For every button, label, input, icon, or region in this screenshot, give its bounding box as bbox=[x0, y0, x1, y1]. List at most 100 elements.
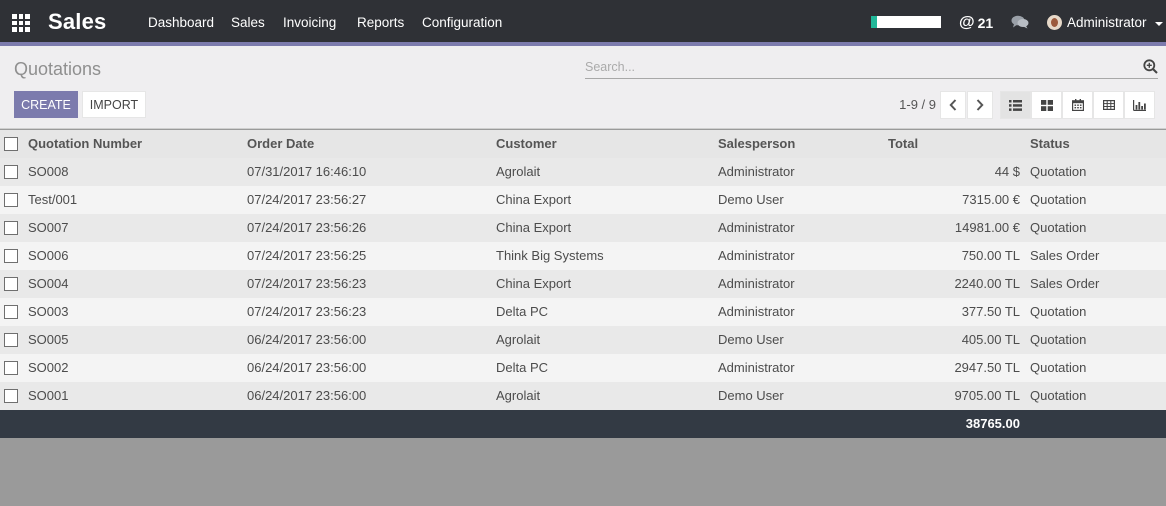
cell-order-date: 07/24/2017 23:56:27 bbox=[247, 192, 367, 207]
cell-order-date: 06/24/2017 23:56:00 bbox=[247, 360, 367, 375]
cell-total: 7315.00 € bbox=[962, 192, 1020, 207]
cell-total: 2947.50 TL bbox=[954, 360, 1020, 375]
table-row[interactable]: SO007 07/24/2017 23:56:26 China Export A… bbox=[0, 214, 1166, 242]
cell-salesperson: Administrator bbox=[718, 164, 795, 179]
row-checkbox[interactable] bbox=[4, 305, 18, 319]
planner-progress-bar[interactable] bbox=[871, 16, 941, 28]
footer-total: 38765.00 bbox=[965, 416, 1020, 431]
chevron-left-icon bbox=[949, 99, 957, 111]
cell-quotation-number: SO001 bbox=[28, 388, 69, 403]
cell-customer: China Export bbox=[496, 192, 572, 207]
row-checkbox[interactable] bbox=[4, 277, 18, 291]
list-view-button[interactable] bbox=[1000, 91, 1031, 119]
cell-total: 14981.00 € bbox=[954, 220, 1020, 235]
cell-quotation-number: SO007 bbox=[28, 220, 69, 235]
cell-salesperson: Demo User bbox=[718, 192, 784, 207]
search-bar bbox=[585, 57, 1158, 79]
calendar-view-icon bbox=[1071, 99, 1084, 111]
row-checkbox[interactable] bbox=[4, 389, 18, 403]
avatar bbox=[1047, 15, 1062, 30]
column-header-customer[interactable]: Customer bbox=[496, 130, 557, 158]
table-row[interactable]: SO001 06/24/2017 23:56:00 Agrolait Demo … bbox=[0, 382, 1166, 410]
select-all-checkbox[interactable] bbox=[4, 137, 18, 151]
cell-salesperson: Administrator bbox=[718, 360, 795, 375]
row-checkbox[interactable] bbox=[4, 165, 18, 179]
import-button[interactable]: IMPORT bbox=[82, 91, 146, 118]
column-header-salesperson[interactable]: Salesperson bbox=[718, 130, 795, 158]
cell-customer: Agrolait bbox=[496, 388, 541, 403]
user-menu[interactable]: Administrator bbox=[1047, 15, 1163, 30]
cell-salesperson: Demo User bbox=[718, 388, 784, 403]
cell-order-date: 06/24/2017 23:56:00 bbox=[247, 332, 367, 347]
cell-status: Sales Order bbox=[1030, 276, 1100, 291]
row-checkbox[interactable] bbox=[4, 361, 18, 375]
chat-bubbles-icon[interactable] bbox=[1011, 15, 1029, 32]
cell-status: Quotation bbox=[1030, 304, 1087, 319]
pager-next-button[interactable] bbox=[967, 91, 993, 119]
menu-sales[interactable]: Sales bbox=[231, 15, 265, 30]
cell-salesperson: Demo User bbox=[718, 332, 784, 347]
cell-total: 405.00 TL bbox=[961, 332, 1020, 347]
table-footer: 38765.00 bbox=[0, 410, 1166, 438]
progress-fill bbox=[871, 16, 877, 28]
cell-status: Quotation bbox=[1030, 164, 1087, 179]
menu-dashboard[interactable]: Dashboard bbox=[148, 15, 214, 30]
cell-total: 750.00 TL bbox=[961, 248, 1020, 263]
row-checkbox[interactable] bbox=[4, 249, 18, 263]
cell-customer: China Export bbox=[496, 276, 572, 291]
kanban-view-button[interactable] bbox=[1031, 91, 1062, 119]
cell-status: Quotation bbox=[1030, 192, 1087, 207]
cell-salesperson: Administrator bbox=[718, 304, 795, 319]
pager-previous-button[interactable] bbox=[940, 91, 966, 119]
row-checkbox[interactable] bbox=[4, 193, 18, 207]
top-navbar: Sales Dashboard Sales Invoicing Reports … bbox=[0, 0, 1166, 46]
cell-customer: Think Big Systems bbox=[496, 248, 604, 263]
cell-order-date: 07/24/2017 23:56:25 bbox=[247, 248, 367, 263]
column-header-total[interactable]: Total bbox=[888, 130, 918, 158]
cell-quotation-number: SO005 bbox=[28, 332, 69, 347]
pager-value[interactable]: 1-9 / 9 bbox=[880, 97, 936, 112]
cell-quotation-number: SO006 bbox=[28, 248, 69, 263]
table-row[interactable]: Test/001 07/24/2017 23:56:27 China Expor… bbox=[0, 186, 1166, 214]
pivot-view-button[interactable] bbox=[1093, 91, 1124, 119]
cell-salesperson: Administrator bbox=[718, 248, 795, 263]
control-panel: Quotations CREATE IMPORT 1-9 / 9 bbox=[0, 46, 1166, 129]
table-row[interactable]: SO008 07/31/2017 16:46:10 Agrolait Admin… bbox=[0, 158, 1166, 186]
cell-total: 9705.00 TL bbox=[954, 388, 1020, 403]
table-row[interactable]: SO002 06/24/2017 23:56:00 Delta PC Admin… bbox=[0, 354, 1166, 382]
chevron-down-icon bbox=[1154, 21, 1163, 26]
kanban-view-icon bbox=[1040, 99, 1053, 111]
row-checkbox[interactable] bbox=[4, 221, 18, 235]
row-checkbox[interactable] bbox=[4, 333, 18, 347]
table-row[interactable]: SO004 07/24/2017 23:56:23 China Export A… bbox=[0, 270, 1166, 298]
cell-status: Quotation bbox=[1030, 220, 1087, 235]
column-header-quotation-number[interactable]: Quotation Number bbox=[28, 130, 142, 158]
cell-status: Sales Order bbox=[1030, 248, 1100, 263]
apps-grid-icon[interactable] bbox=[12, 14, 30, 32]
search-plus-icon[interactable] bbox=[1143, 59, 1158, 77]
chevron-right-icon bbox=[976, 99, 984, 111]
table-row[interactable]: SO005 06/24/2017 23:56:00 Agrolait Demo … bbox=[0, 326, 1166, 354]
menu-configuration[interactable]: Configuration bbox=[422, 15, 502, 30]
cell-quotation-number: SO002 bbox=[28, 360, 69, 375]
column-header-order-date[interactable]: Order Date bbox=[247, 130, 314, 158]
table-row[interactable]: SO006 07/24/2017 23:56:25 Think Big Syst… bbox=[0, 242, 1166, 270]
empty-backdrop bbox=[0, 438, 1166, 506]
cell-customer: Delta PC bbox=[496, 360, 549, 375]
table-row[interactable]: SO003 07/24/2017 23:56:23 Delta PC Admin… bbox=[0, 298, 1166, 326]
create-button[interactable]: CREATE bbox=[14, 91, 78, 118]
graph-view-button[interactable] bbox=[1124, 91, 1155, 119]
column-header-status[interactable]: Status bbox=[1030, 130, 1070, 158]
cell-status: Quotation bbox=[1030, 332, 1087, 347]
calendar-view-button[interactable] bbox=[1062, 91, 1093, 119]
cell-order-date: 07/24/2017 23:56:23 bbox=[247, 276, 367, 291]
cell-customer: Delta PC bbox=[496, 304, 549, 319]
notification-count: 21 bbox=[977, 15, 994, 31]
notifications-button[interactable]: @ 21 bbox=[959, 14, 993, 32]
menu-invoicing[interactable]: Invoicing bbox=[283, 15, 336, 30]
menu-reports[interactable]: Reports bbox=[357, 15, 404, 30]
search-input[interactable] bbox=[585, 57, 1130, 77]
cell-quotation-number: SO003 bbox=[28, 304, 69, 319]
app-brand: Sales bbox=[48, 9, 107, 34]
cell-status: Quotation bbox=[1030, 360, 1087, 375]
